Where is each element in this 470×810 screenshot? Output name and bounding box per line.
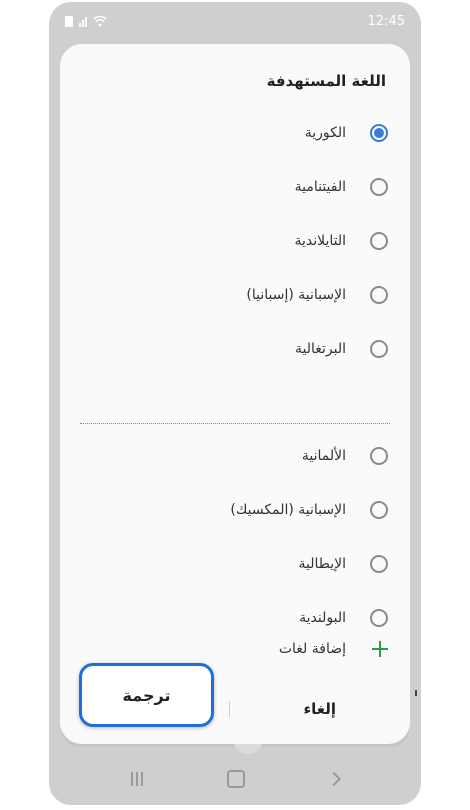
back-button[interactable] (326, 771, 342, 787)
language-label: البرتغالية (294, 341, 346, 357)
language-option-spanish-mexico[interactable]: الإسبانية (المكسيك) (60, 483, 410, 537)
button-separator (228, 701, 230, 717)
home-button[interactable] (227, 770, 245, 788)
language-label: التايلاندية (294, 233, 346, 249)
language-option-korean[interactable]: الكورية (60, 106, 410, 160)
language-option-portuguese[interactable]: البرتغالية (60, 322, 410, 376)
target-language-dialog: اللغة المستهدفة الكورية الفيتنامية التاي… (60, 44, 410, 744)
dialog-title: اللغة المستهدفة (266, 72, 386, 90)
cancel-button[interactable]: إلغاء (230, 684, 411, 734)
radio-icon[interactable] (370, 555, 388, 573)
radio-selected-icon[interactable] (370, 124, 388, 142)
radio-icon[interactable] (370, 286, 388, 304)
signal-icon (79, 16, 87, 27)
wifi-icon (93, 15, 107, 27)
status-bar: 12:45 (49, 2, 421, 40)
language-option-german[interactable]: الألمانية (60, 429, 410, 483)
radio-icon[interactable] (370, 232, 388, 250)
add-languages-button[interactable]: إضافة لغات (60, 634, 410, 664)
radio-icon[interactable] (370, 447, 388, 465)
recent-apps-button[interactable] (131, 772, 143, 786)
language-option-vietnamese[interactable]: الفيتنامية (60, 160, 410, 214)
language-option-italian[interactable]: الإيطالية (60, 537, 410, 591)
radio-icon[interactable] (370, 178, 388, 196)
sim-card-icon (65, 15, 73, 27)
language-option-thai[interactable]: التايلاندية (60, 214, 410, 268)
plus-icon (372, 641, 388, 657)
section-divider (80, 423, 390, 424)
language-label: البولندية (299, 610, 346, 626)
status-time: 12:45 (367, 13, 405, 29)
add-languages-label: إضافة لغات (278, 641, 346, 657)
language-label: الإيطالية (298, 556, 346, 572)
language-label: الفيتنامية (294, 179, 346, 195)
language-label: الألمانية (301, 448, 346, 464)
status-icons (65, 15, 107, 27)
language-option-polish[interactable]: البولندية (60, 591, 410, 634)
radio-icon[interactable] (370, 609, 388, 627)
language-label: الإسبانية (إسبانيا) (246, 287, 346, 303)
language-option-spanish-spain[interactable]: الإسبانية (إسبانيا) (60, 268, 410, 322)
language-label: الإسبانية (المكسيك) (230, 502, 346, 518)
translate-button[interactable]: ترجمة (79, 663, 214, 727)
navigation-bar (49, 753, 421, 805)
language-label: الكورية (304, 125, 346, 141)
radio-icon[interactable] (370, 501, 388, 519)
radio-icon[interactable] (370, 340, 388, 358)
language-list[interactable]: الكورية الفيتنامية التايلاندية الإسبانية… (60, 106, 410, 634)
